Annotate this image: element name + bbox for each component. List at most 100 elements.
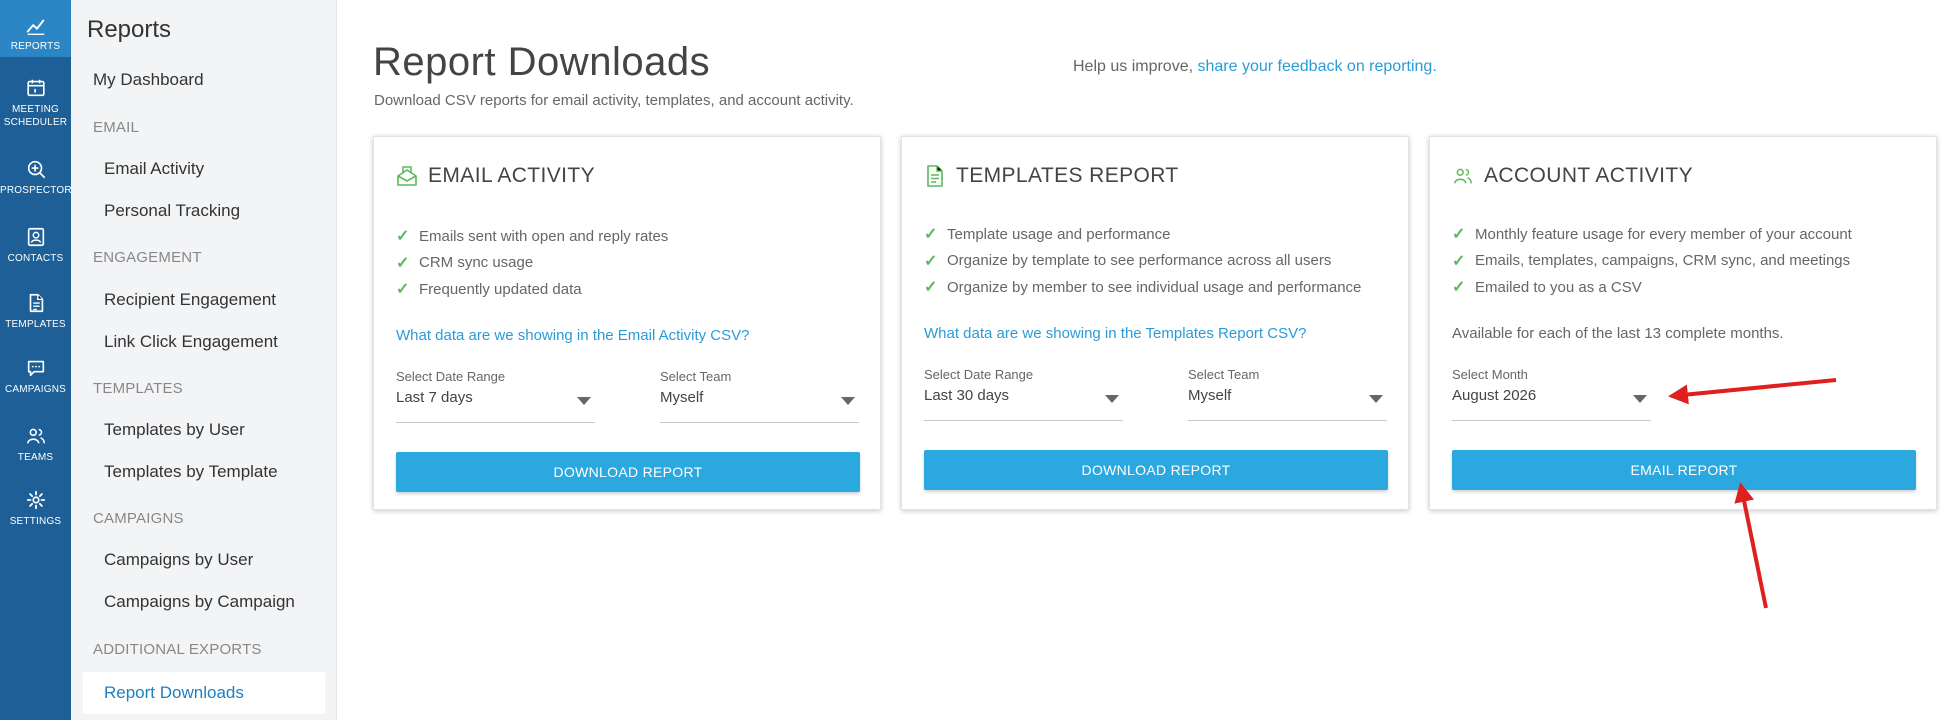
email-activity-help-link[interactable]: What data are we showing in the Email Ac… bbox=[396, 327, 750, 344]
select-label: Select Date Range bbox=[396, 369, 506, 384]
rail-label: TEMPLATES bbox=[5, 319, 66, 330]
card-header: EMAIL ACTIVITY bbox=[396, 159, 595, 193]
download-report-button[interactable]: DOWNLOAD REPORT bbox=[396, 452, 860, 492]
feature-item: ✓ Template usage and performance bbox=[924, 221, 1361, 248]
sidebar-item-report-downloads[interactable]: Report Downloads bbox=[104, 683, 244, 703]
caret-down-icon bbox=[577, 397, 591, 405]
calendar-icon bbox=[26, 79, 45, 97]
sidebar-item-templates-by-user[interactable]: Templates by User bbox=[104, 420, 245, 440]
card-title: TEMPLATES REPORT bbox=[956, 164, 1179, 187]
select-value: Myself bbox=[1188, 387, 1232, 404]
select-label: Select Month bbox=[1452, 367, 1528, 382]
check-icon: ✓ bbox=[396, 228, 410, 246]
select-label: Select Team bbox=[660, 369, 732, 384]
feature-item: ✓ CRM sync usage bbox=[396, 250, 668, 277]
people-icon bbox=[26, 428, 45, 444]
feedback-text: Help us improve, share your feedback on … bbox=[1073, 58, 1437, 76]
feature-item: ✓ Emails sent with open and reply rates bbox=[396, 223, 668, 250]
caret-down-icon bbox=[1369, 395, 1383, 403]
check-icon: ✓ bbox=[924, 252, 938, 270]
feature-item: ✓ Organize by template to see performance… bbox=[924, 248, 1361, 275]
team-select[interactable]: Select Team Myself bbox=[1188, 367, 1387, 421]
card-header: TEMPLATES REPORT bbox=[924, 159, 1179, 193]
feature-text: Emails, templates, campaigns, CRM sync, … bbox=[1475, 252, 1851, 270]
document-icon bbox=[927, 165, 943, 187]
card-title: ACCOUNT ACTIVITY bbox=[1484, 164, 1694, 187]
sidebar-section-email: EMAIL bbox=[93, 119, 140, 136]
date-range-select[interactable]: Select Date Range Last 7 days bbox=[396, 369, 595, 423]
rail-label: CAMPAIGNS bbox=[4, 384, 67, 395]
caret-down-icon bbox=[841, 397, 855, 405]
email-report-button[interactable]: EMAIL REPORT bbox=[1452, 450, 1916, 490]
people-icon bbox=[1454, 168, 1472, 184]
chart-line-icon bbox=[26, 19, 44, 35]
sidebar-item-personal-tracking[interactable]: Personal Tracking bbox=[104, 201, 240, 221]
rail-templates[interactable]: TEMPLATES bbox=[0, 288, 71, 350]
feature-text: Emailed to you as a CSV bbox=[1475, 278, 1642, 296]
account-activity-card: ACCOUNT ACTIVITY ✓ Monthly feature usage … bbox=[1429, 136, 1937, 510]
rail-reports[interactable]: REPORTS bbox=[0, 0, 71, 57]
rail-meeting-scheduler[interactable]: MEETING SCHEDULER bbox=[0, 66, 71, 138]
rail-label: TEAMS bbox=[17, 452, 54, 463]
team-select[interactable]: Select Team Myself bbox=[660, 369, 859, 423]
card-title: EMAIL ACTIVITY bbox=[428, 164, 596, 187]
feedback-link[interactable]: share your feedback on reporting. bbox=[1198, 58, 1437, 75]
month-select[interactable]: Select Month August 2026 bbox=[1452, 367, 1651, 421]
rail-contacts[interactable]: CONTACTS bbox=[0, 222, 71, 284]
rail-teams[interactable]: TEAMS bbox=[0, 420, 71, 482]
sidebar-item-recipient-engagement[interactable]: Recipient Engagement bbox=[104, 290, 276, 310]
availability-note: Available for each of the last 13 comple… bbox=[1452, 325, 1784, 342]
rail-settings[interactable]: SETTINGS bbox=[0, 487, 71, 549]
rail-campaigns[interactable]: CAMPAIGNS bbox=[0, 355, 71, 417]
caret-down-icon bbox=[1105, 395, 1119, 403]
check-icon: ✓ bbox=[1452, 226, 1466, 244]
select-label: Select Team bbox=[1188, 367, 1260, 382]
check-icon: ✓ bbox=[1452, 252, 1466, 270]
download-report-button[interactable]: DOWNLOAD REPORT bbox=[924, 450, 1388, 490]
gear-icon bbox=[26, 490, 45, 510]
rail-label-line2: SCHEDULER bbox=[3, 117, 68, 128]
check-icon: ✓ bbox=[1452, 279, 1466, 297]
rail-prospector[interactable]: PROSPECTOR bbox=[0, 156, 72, 218]
page-subtitle: Download CSV reports for email activity,… bbox=[374, 92, 854, 109]
templates-report-card: TEMPLATES REPORT ✓ Template usage and per… bbox=[901, 136, 1409, 510]
chat-bubble-icon bbox=[27, 360, 44, 377]
magnifier-plus-icon bbox=[27, 160, 45, 179]
date-range-select[interactable]: Select Date Range Last 30 days bbox=[924, 367, 1123, 421]
email-activity-card: EMAIL ACTIVITY ✓ Emails sent with open an… bbox=[373, 136, 881, 510]
document-icon bbox=[29, 293, 43, 313]
sidebar-section-additional-exports: ADDITIONAL EXPORTS bbox=[93, 641, 262, 658]
feature-text: Emails sent with open and reply rates bbox=[419, 227, 669, 245]
check-icon: ✓ bbox=[396, 281, 410, 299]
rail-label: SETTINGS bbox=[9, 516, 62, 527]
select-label: Select Date Range bbox=[924, 367, 1034, 382]
select-value: August 2026 bbox=[1452, 387, 1537, 404]
select-value: Last 7 days bbox=[396, 389, 473, 406]
feature-text: Monthly feature usage for every member o… bbox=[1475, 225, 1852, 243]
feedback-prefix: Help us improve, bbox=[1073, 58, 1194, 75]
sidebar-item-campaigns-by-campaign[interactable]: Campaigns by Campaign bbox=[104, 592, 295, 612]
feature-text: Organize by template to see performance … bbox=[947, 252, 1332, 270]
page-title: Report Downloads bbox=[373, 40, 711, 84]
sidebar-item-templates-by-template[interactable]: Templates by Template bbox=[104, 462, 278, 482]
rail-label: MEETING bbox=[12, 104, 59, 115]
sidebar-item-link-click-engagement[interactable]: Link Click Engagement bbox=[104, 332, 278, 352]
sidebar-item-my-dashboard[interactable]: My Dashboard bbox=[93, 70, 204, 90]
sidebar-item-campaigns-by-user[interactable]: Campaigns by User bbox=[104, 550, 253, 570]
feature-text: Frequently updated data bbox=[419, 280, 582, 298]
feature-text: CRM sync usage bbox=[419, 254, 534, 272]
feature-list: ✓ Monthly feature usage for every member … bbox=[1452, 221, 1852, 301]
contact-card-icon bbox=[27, 227, 44, 247]
sidebar-section-campaigns: CAMPAIGNS bbox=[93, 510, 184, 527]
feature-item: ✓ Monthly feature usage for every member … bbox=[1452, 221, 1852, 248]
select-value: Myself bbox=[660, 389, 704, 406]
sidebar-section-engagement: ENGAGEMENT bbox=[93, 249, 202, 266]
templates-report-help-link[interactable]: What data are we showing in the Template… bbox=[924, 325, 1306, 342]
feature-item: ✓ Frequently updated data bbox=[396, 276, 668, 303]
app-root: REPORTS MEETING SCHEDULER PROSPECTOR CON… bbox=[0, 0, 1955, 720]
feature-text: Organize by member to see individual usa… bbox=[947, 278, 1362, 296]
sidebar-item-email-activity[interactable]: Email Activity bbox=[104, 159, 204, 179]
feature-item: ✓ Emailed to you as a CSV bbox=[1452, 274, 1852, 301]
caret-down-icon bbox=[1633, 395, 1647, 403]
feature-list: ✓ Emails sent with open and reply rates ✓… bbox=[396, 223, 668, 303]
